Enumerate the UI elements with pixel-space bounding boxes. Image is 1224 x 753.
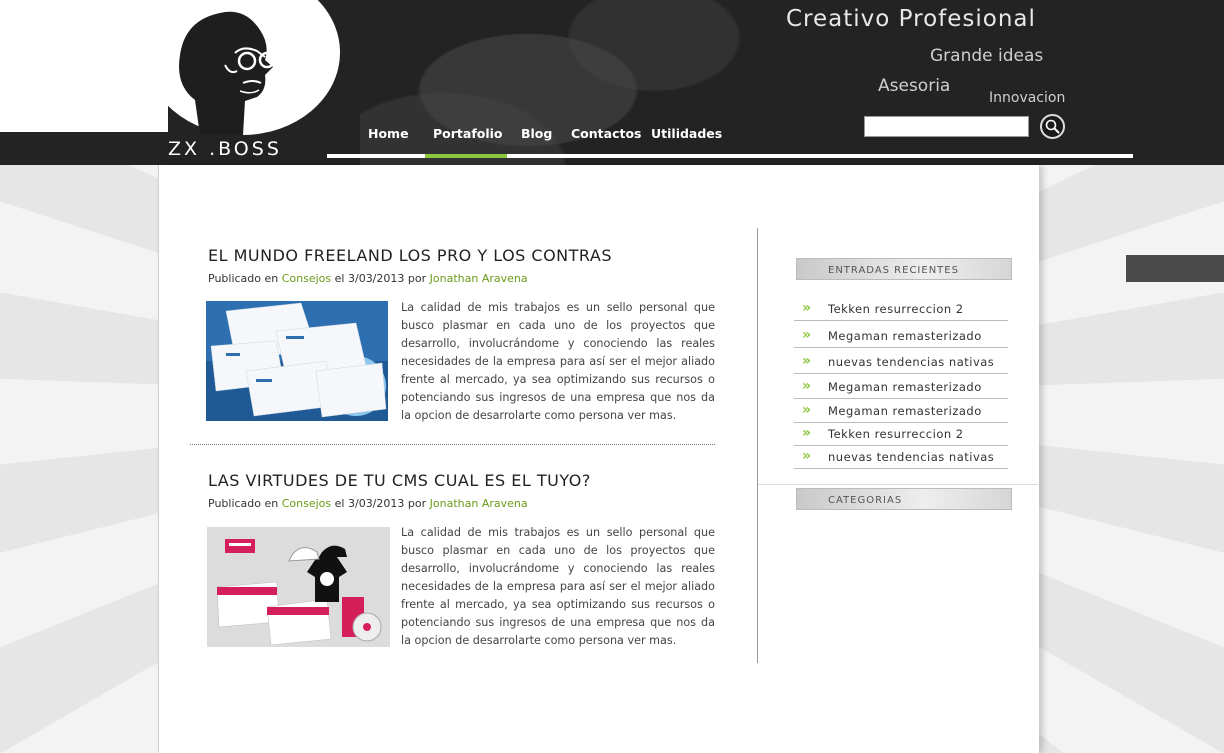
recent-post-link[interactable]: Tekken resurreccion 2 <box>828 427 964 441</box>
author-link[interactable]: Jonathan Aravena <box>430 497 528 510</box>
logo-face-icon[interactable] <box>165 5 305 135</box>
tagline-grande-ideas: Grande ideas <box>930 46 1044 66</box>
author-link[interactable]: Jonathan Aravena <box>430 272 528 285</box>
sidebar-separator <box>757 228 758 663</box>
tagline-innovacion: Innovacion <box>989 90 1066 106</box>
site-header: ZX .BOSS Creativo Profesional Grande ide… <box>0 0 1224 165</box>
side-tab[interactable] <box>1126 255 1224 282</box>
chevron-right-icon: » <box>802 402 812 418</box>
chevron-right-icon: » <box>802 300 812 316</box>
recent-post-item[interactable]: » nuevas tendencias nativas <box>794 351 1008 374</box>
date-label: el <box>334 272 345 285</box>
chevron-right-icon: » <box>802 353 812 369</box>
nav-item-blog[interactable]: Blog <box>521 126 552 141</box>
recent-post-link[interactable]: Megaman remasterizado <box>828 329 982 343</box>
sidebar-widget-separator <box>758 484 1038 485</box>
categories-title: CATEGORIAS <box>796 488 1012 510</box>
category-link[interactable]: Consejos <box>282 497 331 510</box>
recent-post-link[interactable]: nuevas tendencias nativas <box>828 355 994 369</box>
meta-label: Publicado en <box>208 272 279 285</box>
recent-post-link[interactable]: Megaman remasterizado <box>828 380 982 394</box>
recent-post-item[interactable]: » Megaman remasterizado <box>794 376 1008 399</box>
nav-active-indicator <box>425 154 507 158</box>
post-date: 3/03/2013 <box>347 272 405 285</box>
post-thumbnail[interactable] <box>206 301 388 421</box>
header-white-block <box>0 0 168 132</box>
recent-post-item[interactable]: » Tekken resurreccion 2 <box>794 423 1008 446</box>
recent-post-link[interactable]: Megaman remasterizado <box>828 404 982 418</box>
main-nav: Home Portafolio Blog Contactos Utilidade… <box>327 122 1133 158</box>
post-divider <box>190 444 715 445</box>
post-date: 3/03/2013 <box>347 497 405 510</box>
recent-posts-title: ENTRADAS RECIENTES <box>796 258 1012 280</box>
nav-item-home[interactable]: Home <box>368 126 409 141</box>
chevron-right-icon: » <box>802 378 812 394</box>
chevron-right-icon: » <box>802 425 812 441</box>
recent-post-link[interactable]: nuevas tendencias nativas <box>828 450 994 464</box>
recent-post-item[interactable]: » Tekken resurreccion 2 <box>794 298 1008 321</box>
post-thumbnail[interactable] <box>207 527 390 647</box>
post-title[interactable]: LAS VIRTUDES DE TU CMS CUAL ES EL TUYO? <box>208 471 591 490</box>
recent-post-link[interactable]: Tekken resurreccion 2 <box>828 302 964 316</box>
nav-item-portafolio[interactable]: Portafolio <box>433 126 503 141</box>
recent-post-item[interactable]: » Megaman remasterizado <box>794 325 1008 348</box>
post-title[interactable]: EL MUNDO FREELAND LOS PRO Y LOS CONTRAS <box>208 246 612 265</box>
tagline-main: Creativo Profesional <box>786 6 1036 32</box>
author-label: por <box>407 497 427 510</box>
post-excerpt: La calidad de mis trabajos es un sello p… <box>401 526 715 647</box>
recent-post-item[interactable]: » Megaman remasterizado <box>794 400 1008 423</box>
author-label: por <box>407 272 427 285</box>
post-meta: Publicado en Consejos el 3/03/2013 por J… <box>208 497 528 510</box>
post-meta: Publicado en Consejos el 3/03/2013 por J… <box>208 272 528 285</box>
post-excerpt: La calidad de mis trabajos es un sello p… <box>401 301 715 422</box>
nav-item-utilidades[interactable]: Utilidades <box>651 126 722 141</box>
meta-label: Publicado en <box>208 497 279 510</box>
chevron-right-icon: » <box>802 327 812 343</box>
tagline-asesoria: Asesoria <box>878 76 951 96</box>
category-link[interactable]: Consejos <box>282 272 331 285</box>
chevron-right-icon: » <box>802 448 812 464</box>
nav-item-contactos[interactable]: Contactos <box>571 126 641 141</box>
date-label: el <box>334 497 345 510</box>
logo-text[interactable]: ZX .BOSS <box>168 138 282 160</box>
recent-post-item[interactable]: » nuevas tendencias nativas <box>794 446 1008 469</box>
